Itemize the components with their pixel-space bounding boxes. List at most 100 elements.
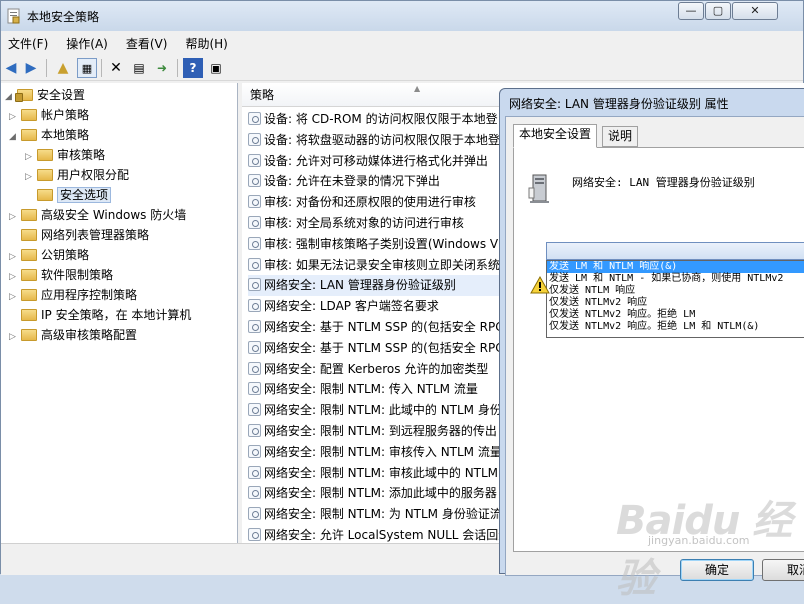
menu-action[interactable]: 操作(A): [59, 31, 115, 56]
policy-row[interactable]: 设备: 将软盘驱动器的访问权限仅限于本地登: [248, 130, 506, 151]
forward-arrow-icon[interactable]: ▶: [21, 58, 41, 78]
tab-explain[interactable]: 说明: [602, 126, 639, 147]
folder-icon: [21, 209, 37, 221]
tree-item[interactable]: ◢ 安全设置: [5, 85, 85, 105]
tree-item-label: 审核策略: [57, 148, 106, 162]
policy-row[interactable]: 设备: 将 CD-ROM 的访问权限仅限于本地登: [248, 109, 506, 130]
policy-icon: [248, 444, 261, 458]
policy-row[interactable]: 网络安全: 基于 NTLM SSP 的(包括安全 RPC: [248, 338, 506, 359]
policy-name: 网络安全: 限制 NTLM: 添加此域中的服务器: [264, 486, 497, 501]
tree-item[interactable]: 网络列表管理器策略: [9, 225, 149, 245]
collapsed-arrow-icon[interactable]: ▷: [9, 327, 21, 347]
column-header-label: 策略: [250, 88, 275, 102]
policy-icon: [248, 486, 261, 500]
tree-item[interactable]: ▷ 用户权限分配: [25, 165, 129, 185]
tree-item-label: 帐户策略: [41, 108, 90, 122]
dropdown-option[interactable]: 仅发送 NTLMv2 响应。拒绝 LM 和 NTLM(&): [547, 321, 804, 333]
policy-icon: [248, 112, 261, 125]
title-bar: 本地安全策略 — ▢ ✕: [1, 1, 803, 31]
tree-item[interactable]: ▷ 公钥策略: [9, 245, 89, 265]
maximize-button[interactable]: ▢: [705, 2, 731, 20]
policy-row[interactable]: 网络安全: 限制 NTLM: 为 NTLM 身份验证流: [248, 504, 506, 525]
policy-name: 审核: 对备份和还原权限的使用进行审核: [264, 195, 476, 210]
menu-file[interactable]: 文件(F): [1, 31, 55, 56]
properties-icon[interactable]: ▤: [129, 58, 149, 78]
tree-item[interactable]: 安全选项: [25, 185, 112, 205]
tree-item[interactable]: IP 安全策略，在 本地计算机: [9, 305, 191, 325]
tree-item[interactable]: ▷ 审核策略: [25, 145, 105, 165]
collapsed-arrow-icon[interactable]: ▷: [9, 247, 21, 267]
auth-level-options[interactable]: 发送 LM 和 NTLM 响应(&) 发送 LM 和 NTLM - 如果已协商，则…: [546, 260, 804, 338]
policy-row[interactable]: 网络安全: 限制 NTLM: 审核此域中的 NTLM: [248, 463, 506, 484]
policy-row[interactable]: 审核: 对全局系统对象的访问进行审核: [248, 213, 506, 234]
collapsed-arrow-icon[interactable]: ▷: [25, 167, 37, 187]
dropdown-option[interactable]: 仅发送 NTLMv2 响应: [547, 297, 804, 309]
tree-item[interactable]: ▷ 高级安全 Windows 防火墙: [9, 205, 186, 225]
dropdown-option[interactable]: 发送 LM 和 NTLM - 如果已协商，则使用 NTLMv2: [547, 273, 804, 285]
tree-item-label: 高级安全 Windows 防火墙: [41, 208, 187, 222]
policy-row[interactable]: 网络安全: 限制 NTLM: 到远程服务器的传出: [248, 421, 506, 442]
policy-row[interactable]: 网络安全: 限制 NTLM: 添加此域中的服务器: [248, 483, 506, 504]
policy-row[interactable]: 网络安全: 限制 NTLM: 此域中的 NTLM 身份: [248, 400, 506, 421]
dialog-title: 网络安全: LAN 管理器身份验证级别 属性: [509, 97, 729, 111]
tree-item-label: 公钥策略: [41, 248, 90, 262]
close-button[interactable]: ✕: [732, 2, 778, 20]
security-settings-icon: [15, 89, 33, 102]
policy-row[interactable]: 审核: 强制审核策略子类别设置(Windows V: [248, 234, 506, 255]
policy-row[interactable]: 网络安全: LAN 管理器身份验证级别: [248, 275, 506, 297]
policy-name: 设备: 允许在未登录的情况下弹出: [264, 174, 440, 189]
tree-item-label: 用户权限分配: [57, 168, 130, 182]
tree-pane: ◢ 安全设置 ▷ 帐户策略 ◢ 本地策略 ▷ 审核策略 ▷ 用户权限分配 安全选项 ▷ 高级安全 Win…: [1, 83, 238, 543]
expanded-arrow-icon[interactable]: ◢: [9, 127, 21, 147]
tree-item[interactable]: ◢ 本地策略: [9, 125, 89, 145]
tree-item[interactable]: ▷ 软件限制策略: [9, 265, 113, 285]
toolbar-separator: [46, 59, 47, 77]
policy-row[interactable]: 网络安全: 配置 Kerberos 允许的加密类型: [248, 359, 506, 380]
policy-icon: [248, 382, 261, 396]
policy-row[interactable]: 设备: 允许对可移动媒体进行格式化并弹出: [248, 151, 506, 172]
policy-row[interactable]: 网络安全: 基于 NTLM SSP 的(包括安全 RPC: [248, 317, 506, 338]
collapsed-arrow-icon[interactable]: ▷: [9, 207, 21, 227]
menu-help[interactable]: 帮助(H): [178, 31, 234, 56]
toolbar-separator: [177, 59, 178, 77]
policy-name: 网络安全: 限制 NTLM: 为 NTLM 身份验证流: [264, 507, 502, 522]
policy-name: 设备: 允许对可移动媒体进行格式化并弹出: [264, 153, 488, 168]
dropdown-option[interactable]: 仅发送 NTLMv2 响应。拒绝 LM: [547, 309, 804, 321]
folder-icon: [21, 289, 37, 301]
warning-icon: [530, 276, 550, 294]
auth-level-dropdown[interactable]: [546, 242, 804, 260]
tree-item[interactable]: ▷ 帐户策略: [9, 105, 89, 125]
policy-icon: [248, 299, 261, 313]
collapsed-arrow-icon[interactable]: ▷: [25, 147, 37, 167]
view-icon[interactable]: ▣: [206, 58, 226, 78]
folder-icon: [37, 149, 53, 161]
minimize-button[interactable]: —: [678, 2, 704, 20]
menu-view[interactable]: 查看(V): [119, 31, 175, 56]
up-folder-icon[interactable]: ▲: [53, 58, 73, 78]
window-title: 本地安全策略: [27, 10, 100, 24]
show-tree-icon[interactable]: ▦: [77, 58, 97, 78]
policy-icon: [248, 507, 261, 521]
collapsed-arrow-icon[interactable]: ▷: [9, 267, 21, 287]
delete-icon[interactable]: ✕: [106, 58, 126, 78]
tree-item-label: 安全选项: [57, 187, 112, 203]
tree-item-label: 本地策略: [41, 128, 90, 142]
policy-row[interactable]: 网络安全: LDAP 客户端签名要求: [248, 296, 506, 317]
policy-row[interactable]: 设备: 允许在未登录的情况下弹出: [248, 171, 506, 192]
export-list-icon[interactable]: ➜: [152, 58, 172, 78]
tree-item[interactable]: ▷ 高级审核策略配置: [9, 325, 137, 345]
dropdown-option[interactable]: 发送 LM 和 NTLM 响应(&): [547, 261, 804, 273]
folder-icon: [21, 109, 37, 121]
tree-item[interactable]: ▷ 应用程序控制策略: [9, 285, 137, 305]
collapsed-arrow-icon[interactable]: ▷: [9, 107, 21, 127]
back-arrow-icon[interactable]: ◀: [1, 58, 21, 78]
dropdown-option[interactable]: 仅发送 NTLM 响应: [547, 285, 804, 297]
policy-row[interactable]: 审核: 对备份和还原权限的使用进行审核: [248, 192, 506, 213]
tab-local-security-setting[interactable]: 本地安全设置: [513, 124, 598, 148]
policy-name: 设备: 将软盘驱动器的访问权限仅限于本地登: [264, 132, 500, 147]
collapsed-arrow-icon[interactable]: ▷: [9, 287, 21, 307]
policy-row[interactable]: 网络安全: 限制 NTLM: 审核传入 NTLM 流量: [248, 442, 506, 463]
policy-row[interactable]: 网络安全: 限制 NTLM: 传入 NTLM 流量: [248, 379, 506, 400]
policy-row[interactable]: 审核: 如果无法记录安全审核则立即关闭系统: [248, 255, 506, 276]
help-icon[interactable]: ?: [183, 58, 203, 78]
